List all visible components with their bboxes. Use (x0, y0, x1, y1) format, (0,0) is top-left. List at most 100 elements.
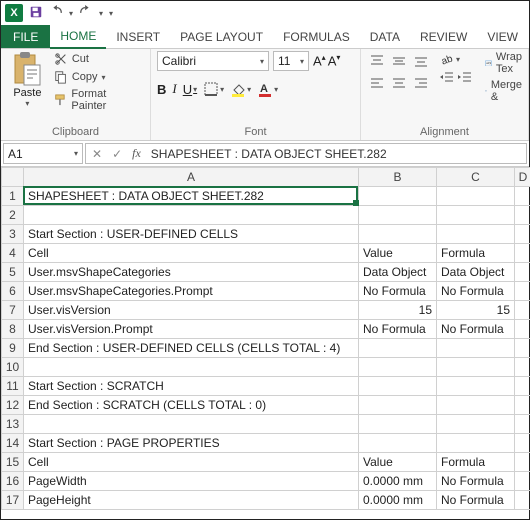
paste-dropdown-icon[interactable]: ▾ (25, 99, 29, 108)
cell[interactable]: Cell (24, 244, 359, 263)
cell[interactable] (437, 225, 515, 244)
italic-button[interactable]: I (172, 81, 176, 97)
align-center-button[interactable] (389, 73, 409, 93)
row-header[interactable]: 12 (2, 396, 24, 415)
cell[interactable] (515, 358, 530, 377)
col-header-D[interactable]: D (515, 168, 530, 187)
increase-indent-button[interactable] (457, 69, 473, 85)
row-header[interactable]: 7 (2, 301, 24, 320)
col-header-C[interactable]: C (437, 168, 515, 187)
cell[interactable] (515, 396, 530, 415)
tab-review[interactable]: REVIEW (410, 25, 477, 48)
row-header[interactable]: 17 (2, 491, 24, 510)
row-header[interactable]: 9 (2, 339, 24, 358)
row-header[interactable]: 14 (2, 434, 24, 453)
redo-icon[interactable] (79, 5, 93, 22)
row-header[interactable]: 10 (2, 358, 24, 377)
cell[interactable] (359, 225, 437, 244)
fill-color-button[interactable]: ▾ (230, 81, 251, 97)
cell[interactable]: 15 (359, 301, 437, 320)
cut-button[interactable]: Cut (52, 51, 144, 67)
cell[interactable] (515, 263, 530, 282)
cell[interactable] (437, 396, 515, 415)
row-header[interactable]: 4 (2, 244, 24, 263)
format-painter-button[interactable]: Format Painter (52, 87, 144, 113)
tab-insert[interactable]: INSERT (106, 25, 170, 48)
merge-center-button[interactable]: Merge & (485, 79, 522, 103)
cell[interactable] (437, 187, 515, 206)
cell[interactable] (437, 434, 515, 453)
name-box[interactable]: A1 ▾ (3, 143, 83, 164)
cancel-icon[interactable]: ✕ (92, 147, 102, 161)
underline-button[interactable]: U▾ (183, 82, 197, 97)
decrease-indent-button[interactable] (439, 69, 455, 85)
orientation-button[interactable]: ab▾ (439, 51, 473, 67)
cell[interactable] (515, 320, 530, 339)
cell[interactable] (515, 491, 530, 510)
cell[interactable]: PageWidth (24, 472, 359, 491)
cell[interactable]: No Formula (437, 472, 515, 491)
cell[interactable]: Cell (24, 453, 359, 472)
cell[interactable] (359, 206, 437, 225)
undo-icon[interactable] (49, 5, 63, 22)
align-middle-button[interactable] (389, 51, 409, 71)
cell[interactable] (437, 377, 515, 396)
row-header[interactable]: 11 (2, 377, 24, 396)
bold-button[interactable]: B (157, 82, 166, 97)
row-header[interactable]: 13 (2, 415, 24, 434)
cell[interactable]: Formula (437, 244, 515, 263)
cell[interactable] (24, 358, 359, 377)
col-header-B[interactable]: B (359, 168, 437, 187)
cell[interactable] (515, 377, 530, 396)
cell[interactable] (515, 187, 530, 206)
cell[interactable]: Start Section : SCRATCH (24, 377, 359, 396)
cell[interactable]: Data Object (359, 263, 437, 282)
cell[interactable] (437, 339, 515, 358)
font-name-combo[interactable]: Calibri ▾ (157, 51, 269, 71)
cell[interactable] (515, 225, 530, 244)
tab-formulas[interactable]: FORMULAS (273, 25, 360, 48)
cell[interactable]: 0.0000 mm (359, 491, 437, 510)
decrease-font-icon[interactable]: A▾ (328, 53, 341, 68)
cell[interactable]: 0.0000 mm (359, 472, 437, 491)
font-size-combo[interactable]: 11 ▾ (273, 51, 309, 71)
cell[interactable] (24, 415, 359, 434)
tab-file[interactable]: FILE (1, 25, 50, 48)
select-all-corner[interactable] (2, 168, 24, 187)
cell[interactable] (24, 206, 359, 225)
cell[interactable]: User.msvShapeCategories.Prompt (24, 282, 359, 301)
cell[interactable] (359, 377, 437, 396)
row-header[interactable]: 3 (2, 225, 24, 244)
cell[interactable] (515, 453, 530, 472)
increase-font-icon[interactable]: A▴ (313, 53, 326, 68)
row-header[interactable]: 2 (2, 206, 24, 225)
copy-button[interactable]: Copy ▾ (52, 69, 144, 85)
cell[interactable] (515, 339, 530, 358)
align-left-button[interactable] (367, 73, 387, 93)
cell[interactable]: End Section : SCRATCH (CELLS TOTAL : 0) (24, 396, 359, 415)
save-icon[interactable] (29, 5, 43, 22)
cell[interactable] (359, 396, 437, 415)
row-header[interactable]: 1 (2, 187, 24, 206)
formula-input-area[interactable]: ✕ ✓ fx SHAPESHEET : DATA OBJECT SHEET.28… (85, 143, 527, 164)
row-header[interactable]: 6 (2, 282, 24, 301)
tab-home[interactable]: HOME (50, 25, 106, 49)
cell[interactable]: Start Section : PAGE PROPERTIES (24, 434, 359, 453)
fx-icon[interactable]: fx (132, 146, 141, 161)
cell[interactable] (515, 434, 530, 453)
cell[interactable] (359, 358, 437, 377)
tab-page-layout[interactable]: PAGE LAYOUT (170, 25, 273, 48)
row-header[interactable]: 15 (2, 453, 24, 472)
cell[interactable] (515, 472, 530, 491)
cell[interactable]: Formula (437, 453, 515, 472)
font-color-button[interactable]: A▾ (257, 81, 278, 97)
cell[interactable] (515, 301, 530, 320)
align-bottom-button[interactable] (411, 51, 431, 71)
cell[interactable] (437, 415, 515, 434)
row-header[interactable]: 5 (2, 263, 24, 282)
cell[interactable]: Value (359, 244, 437, 263)
cell[interactable]: SHAPESHEET : DATA OBJECT SHEET.282 (24, 187, 359, 206)
redo-dropdown-icon[interactable]: ▾ (99, 9, 103, 18)
undo-dropdown-icon[interactable]: ▾ (69, 9, 73, 18)
cell[interactable]: User.msvShapeCategories (24, 263, 359, 282)
